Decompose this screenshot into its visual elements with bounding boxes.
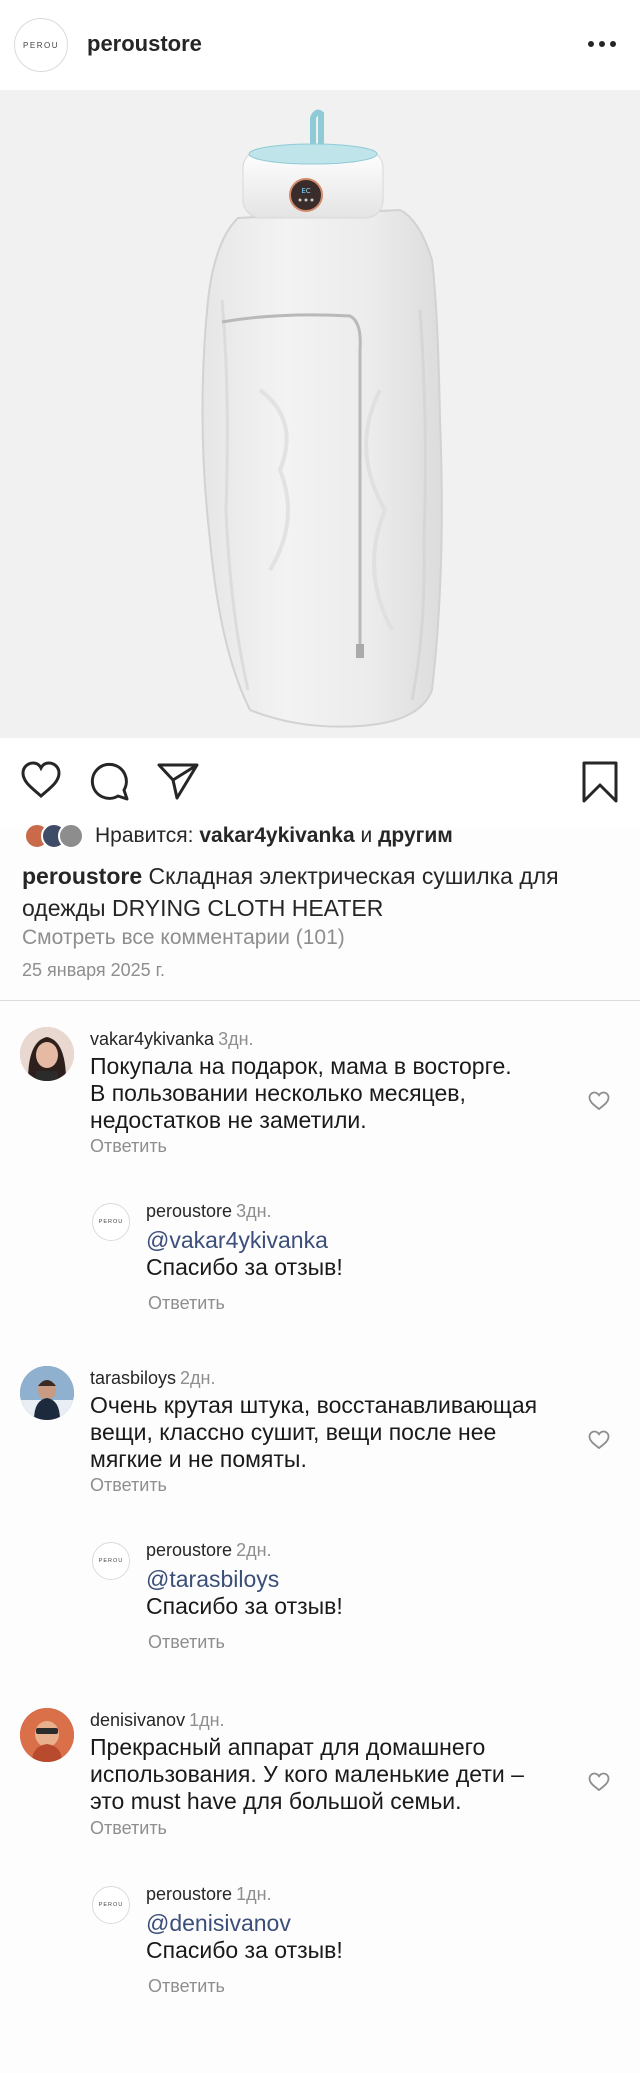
view-all-comments-link[interactable]: Смотреть все комментарии (101) [22,926,345,950]
comment-time: 3дн. [218,1029,254,1049]
reply-time: 1дн. [236,1884,272,1904]
post-header: PEROU peroustore [0,0,640,90]
avatar[interactable] [20,1708,74,1762]
heart-icon[interactable] [20,760,62,800]
reply-text: Спасибо за отзыв! [146,1254,343,1280]
reply-time: 2дн. [236,1540,272,1560]
comment-time: 2дн. [180,1368,216,1388]
reply-text: Спасибо за отзыв! [146,1593,343,1619]
avatar-logo-text: PEROU [23,40,59,50]
more-horizontal-icon[interactable] [588,34,618,54]
heart-small-icon[interactable] [588,1091,610,1111]
comment-text: Прекрасный аппарат для домашнего использ… [90,1734,524,1814]
reply-username[interactable]: peroustore [146,1201,232,1221]
heart-small-icon[interactable] [588,1430,610,1450]
dryer-product-illustration: EC [0,90,640,738]
comment-header: vakar4ykivanka 3дн. [90,1029,254,1050]
reply-header: peroustore 2дн. [146,1540,272,1561]
comment-header: tarasbiloys 2дн. [90,1368,216,1389]
profile-avatar[interactable]: PEROU [14,18,68,72]
reply-avatar[interactable]: PEROU [92,1886,130,1924]
reply-mention[interactable]: @tarasbiloys [146,1566,279,1593]
comment-username[interactable]: tarasbiloys [90,1368,176,1388]
likes-others-link[interactable]: другим [378,824,453,847]
liker-avatar [58,823,84,849]
reply-avatar[interactable]: PEROU [92,1542,130,1580]
reply-text: Спасибо за отзыв! [146,1937,343,1963]
avatar[interactable] [20,1366,74,1420]
reply-header: peroustore 3дн. [146,1201,272,1222]
reply-button[interactable]: Ответить [148,1632,225,1653]
reply-username[interactable]: peroustore [146,1884,232,1904]
reply-username[interactable]: peroustore [146,1540,232,1560]
caption-username[interactable]: peroustore [22,863,142,889]
post-caption: peroustore Складная электрическая сушилк… [22,860,622,924]
comment-time: 1дн. [189,1710,225,1730]
comment-bubble-icon[interactable] [88,760,130,802]
comment-username[interactable]: denisivanov [90,1710,185,1730]
reply-time: 3дн. [236,1201,272,1221]
likes-summary[interactable]: Нравится: vakar4ykivanka и другим [24,822,453,850]
post-date: 25 января 2025 г. [22,960,166,980]
comment-text: Очень крутая штука, восстанавливающая ве… [90,1392,538,1472]
reply-avatar[interactable]: PEROU [92,1203,130,1241]
bookmark-icon[interactable] [580,760,620,804]
post-actions [0,738,640,828]
heart-small-icon[interactable] [588,1772,610,1792]
avatar[interactable] [20,1027,74,1081]
post-image[interactable]: EC [0,90,640,738]
comment-header: denisivanov 1дн. [90,1710,225,1731]
comment-text: Покупала на подарок, мама в восторге. В … [90,1053,512,1133]
reply-button[interactable]: Ответить [148,1293,225,1314]
reply-mention[interactable]: @vakar4ykivanka [146,1227,328,1254]
likes-user-link[interactable]: vakar4ykivanka [199,824,354,847]
reply-button[interactable]: Ответить [148,1976,225,1997]
reply-button[interactable]: Ответить [90,1475,167,1496]
reply-mention[interactable]: @denisivanov [146,1910,291,1937]
comment-username[interactable]: vakar4ykivanka [90,1029,214,1049]
device-display-text: EC [301,187,310,195]
paper-plane-icon[interactable] [156,760,200,802]
header-username[interactable]: peroustore [87,31,202,57]
likes-text: Нравится: vakar4ykivanka и другим [95,824,453,847]
reply-button[interactable]: Ответить [90,1136,167,1157]
divider [0,1000,640,1001]
reply-button[interactable]: Ответить [90,1818,167,1839]
reply-header: peroustore 1дн. [146,1884,272,1905]
